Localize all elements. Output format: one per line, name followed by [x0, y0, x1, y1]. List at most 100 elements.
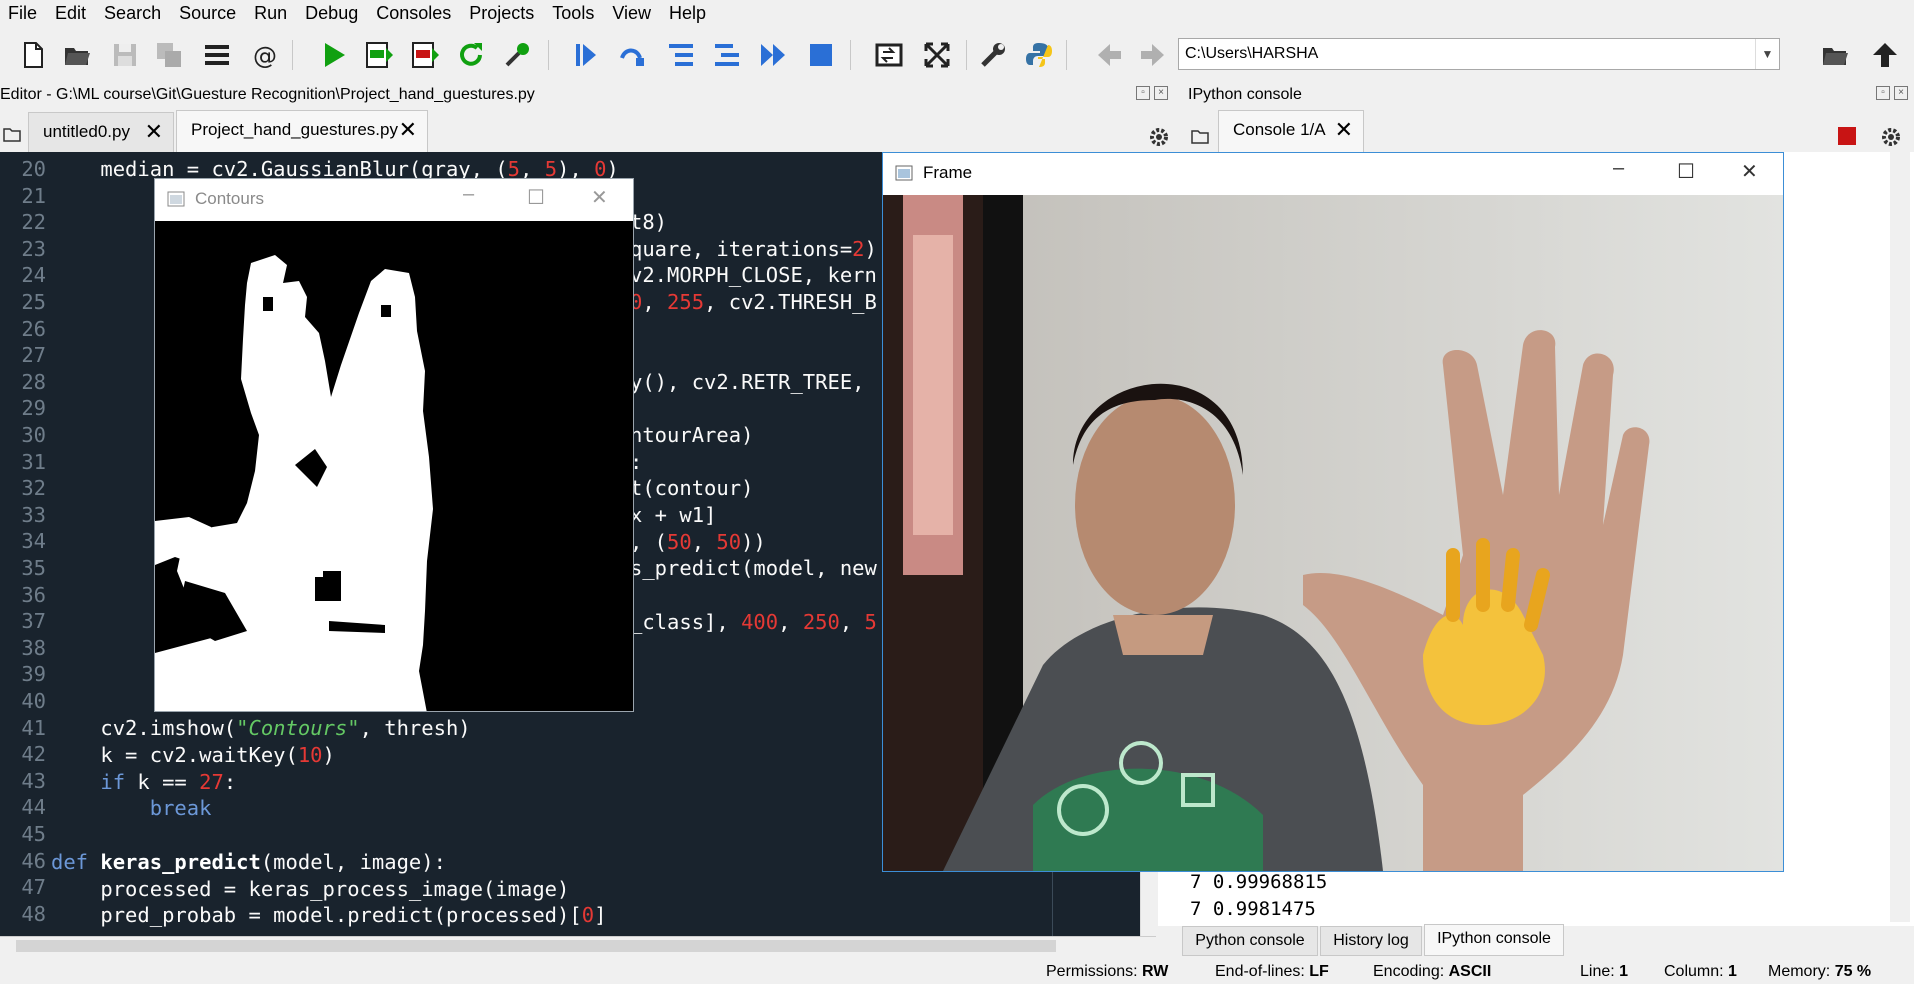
undock-icon[interactable]: ▫: [1136, 86, 1150, 100]
close-pane-icon[interactable]: ×: [1894, 86, 1908, 100]
run-cell-advance-icon[interactable]: [408, 38, 442, 72]
minimize-icon[interactable]: –: [1613, 157, 1624, 180]
menu-consoles[interactable]: Consoles: [368, 1, 461, 25]
tab-console-1a[interactable]: Console 1/A ✕: [1218, 110, 1364, 152]
code-line-34: , (50, 50)): [630, 530, 766, 554]
tab-python-console[interactable]: Python console: [1182, 926, 1318, 956]
menu-file[interactable]: File: [0, 1, 47, 25]
parent-directory-icon[interactable]: [1868, 38, 1902, 72]
line-number: 28: [21, 369, 46, 394]
line-number: 47: [21, 875, 46, 900]
tab-project-hand-guestures[interactable]: Project_hand_guestures.py ✕: [176, 110, 428, 152]
menu-source[interactable]: Source: [171, 1, 246, 25]
line-number: 32: [21, 476, 46, 501]
line-number: 42: [21, 742, 46, 767]
menu-run[interactable]: Run: [246, 1, 297, 25]
gear-icon[interactable]: [1148, 126, 1170, 148]
fullscreen-icon[interactable]: [920, 38, 954, 72]
back-arrow-icon[interactable]: [1092, 38, 1126, 72]
maximize-icon[interactable]: ☐: [1677, 159, 1695, 184]
tab-label: Project_hand_guestures.py: [191, 120, 398, 139]
code-line-33: x + w1]: [630, 503, 717, 527]
maximize-pane-icon[interactable]: [872, 38, 906, 72]
contours-window[interactable]: Contours – ☐ ✕: [154, 178, 634, 712]
scrollbar-thumb[interactable]: [16, 940, 1056, 952]
minimize-icon[interactable]: –: [463, 183, 474, 206]
editor-pane-buttons: ▫ ×: [1136, 86, 1168, 104]
contours-titlebar[interactable]: Contours – ☐ ✕: [155, 179, 633, 221]
configure-icon[interactable]: [500, 38, 534, 72]
line-number: 44: [21, 795, 46, 820]
new-file-icon[interactable]: [16, 38, 50, 72]
contours-image: [155, 221, 633, 711]
line-number: 35: [21, 556, 46, 580]
menu-search[interactable]: Search: [96, 1, 171, 25]
forward-arrow-icon[interactable]: [1136, 38, 1170, 72]
memory-status: Memory: 75 %: [1768, 963, 1872, 980]
code-line-41: cv2.imshow("Contours", thresh): [51, 716, 471, 740]
run-icon[interactable]: [316, 38, 350, 72]
step-into-icon[interactable]: [664, 38, 698, 72]
outline-icon[interactable]: [200, 38, 234, 72]
chevron-down-icon[interactable]: ▼: [1755, 39, 1779, 69]
undock-icon[interactable]: ▫: [1876, 86, 1890, 100]
console-line: 7 0.9981475: [1190, 898, 1316, 920]
debug-icon[interactable]: [568, 38, 602, 72]
tab-ipython-console[interactable]: IPython console: [1424, 924, 1564, 956]
open-file-icon[interactable]: [60, 38, 94, 72]
close-icon[interactable]: ✕: [1335, 111, 1353, 149]
code-line-22: t8): [630, 210, 668, 234]
run-cell-icon[interactable]: [362, 38, 396, 72]
line-number: 23: [21, 236, 46, 261]
working-directory-combo[interactable]: C:\Users\HARSHA ▼: [1178, 38, 1780, 70]
gear-icon[interactable]: [1880, 126, 1902, 148]
editor-horizontal-scrollbar[interactable]: [0, 936, 1156, 954]
python-path-icon[interactable]: [1022, 38, 1056, 72]
close-pane-icon[interactable]: ×: [1154, 86, 1168, 100]
line-number: 33: [21, 502, 46, 527]
menu-edit[interactable]: Edit: [47, 1, 96, 25]
line-number: 38: [21, 635, 46, 660]
email-icon[interactable]: @: [248, 38, 282, 72]
browse-tabs-icon[interactable]: [1190, 126, 1210, 146]
console-vertical-scrollbar[interactable]: [1890, 152, 1910, 922]
save-all-icon[interactable]: [152, 38, 186, 72]
continue-icon[interactable]: [756, 38, 790, 72]
code-line-46: def keras_predict(model, image):: [51, 850, 446, 874]
console-line: 7 0.99968815: [1190, 871, 1328, 893]
browse-tabs-icon[interactable]: [2, 124, 22, 144]
line-number: 40: [21, 689, 46, 713]
menu-projects[interactable]: Projects: [461, 1, 544, 25]
close-icon[interactable]: ✕: [591, 185, 608, 210]
browse-directory-icon[interactable]: [1818, 38, 1852, 72]
line-number: 21: [21, 183, 46, 208]
menu-view[interactable]: View: [604, 1, 661, 25]
close-icon[interactable]: ✕: [399, 111, 417, 149]
rerun-icon[interactable]: [454, 38, 488, 72]
step-return-icon[interactable]: [710, 38, 744, 72]
close-icon[interactable]: ✕: [1741, 159, 1758, 184]
tab-untitled0[interactable]: untitled0.py ✕: [28, 112, 174, 152]
menu-bar: File Edit Search Source Run Debug Consol…: [0, 0, 1914, 26]
maximize-icon[interactable]: ☐: [527, 185, 545, 210]
svg-text:@: @: [253, 42, 277, 70]
step-icon[interactable]: [616, 38, 650, 72]
tab-history-log[interactable]: History log: [1320, 926, 1422, 956]
stop-kernel-icon[interactable]: [1838, 127, 1856, 145]
line-number: 45: [21, 822, 46, 846]
menu-tools[interactable]: Tools: [544, 1, 604, 25]
working-directory-value: C:\Users\HARSHA: [1185, 45, 1319, 62]
code-line-43: if k == 27:: [100, 770, 237, 794]
preferences-icon[interactable]: [976, 38, 1010, 72]
column-status: Column: 1: [1664, 963, 1737, 980]
frame-titlebar[interactable]: Frame – ☐ ✕: [883, 153, 1783, 195]
menu-debug[interactable]: Debug: [297, 1, 368, 25]
close-icon[interactable]: ✕: [145, 113, 163, 151]
line-number: 20: [21, 157, 46, 181]
webcam-image: [883, 195, 1783, 871]
menu-help[interactable]: Help: [661, 1, 716, 25]
stop-debug-icon[interactable]: [804, 38, 838, 72]
save-icon[interactable]: [108, 38, 142, 72]
frame-window[interactable]: Frame – ☐ ✕: [882, 152, 1784, 872]
window-icon: [895, 165, 913, 181]
